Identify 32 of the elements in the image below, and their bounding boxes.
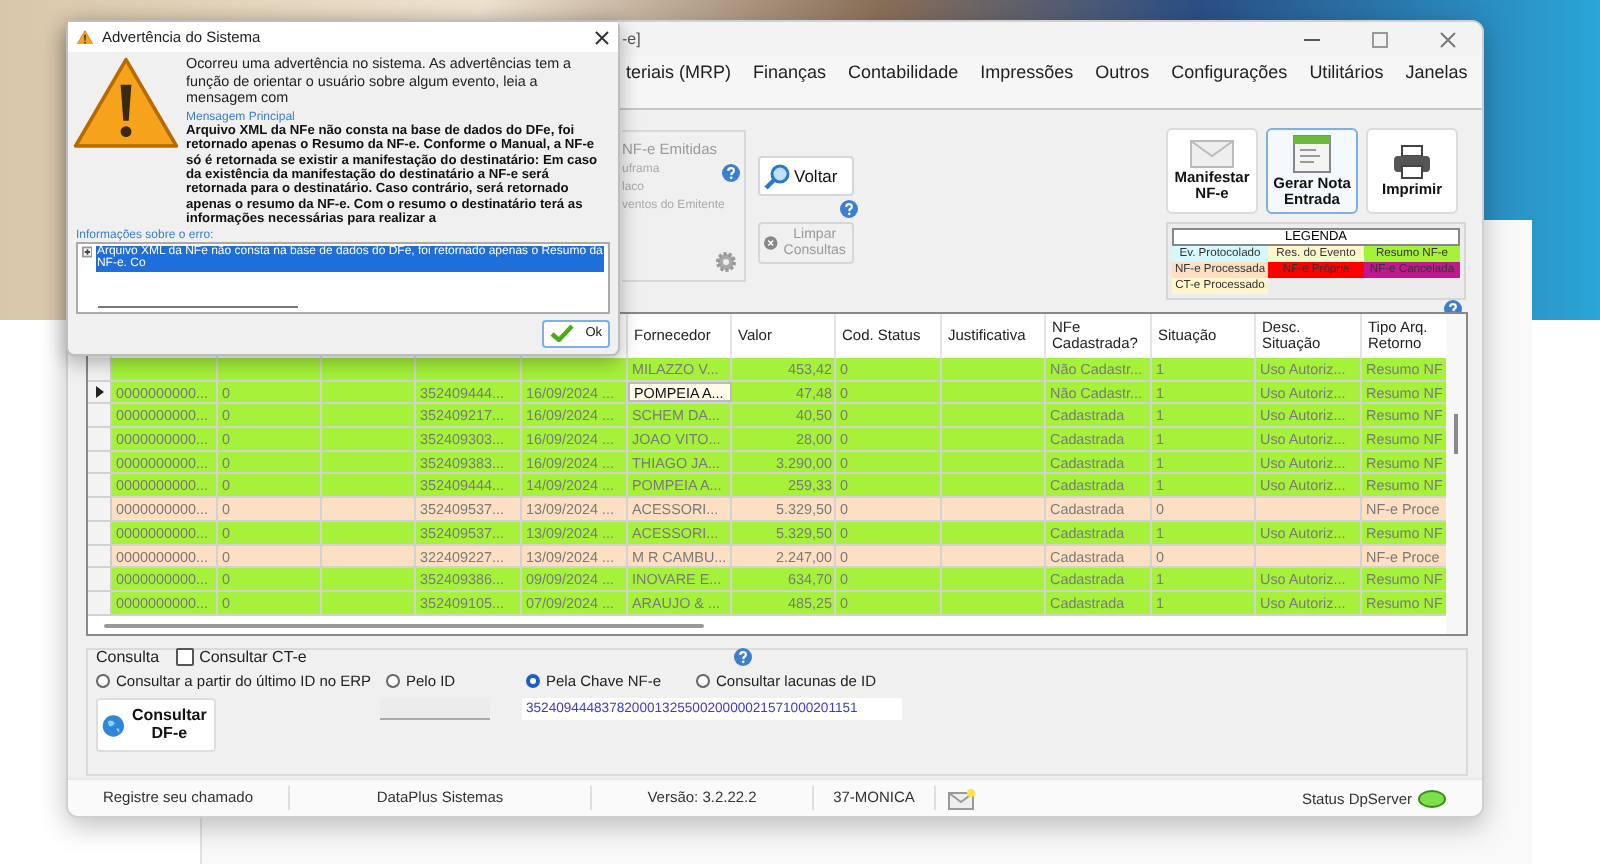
consultar-button[interactable]: Consultar DF-e (96, 698, 216, 752)
globe-icon (102, 709, 125, 741)
action-button[interactable]: Voltar (758, 156, 854, 196)
printer-icon (1392, 144, 1432, 181)
menu-item[interactable]: Janelas (1405, 62, 1468, 82)
menu-item[interactable]: Utilitários (1309, 62, 1384, 82)
warning-icon (76, 29, 94, 45)
clear-icon (764, 232, 778, 254)
menu-item[interactable]: Outros (1095, 62, 1150, 82)
row-header[interactable] (88, 381, 112, 403)
gear-icon[interactable] (716, 252, 736, 272)
menu-item[interactable]: Configurações (1171, 62, 1288, 82)
spreadsheet-icon (1292, 134, 1332, 175)
vertical-scrollbar[interactable] (1446, 314, 1466, 634)
help-icon[interactable] (722, 164, 740, 182)
menu-item[interactable]: Contabilidade (848, 62, 959, 82)
mail-icon[interactable] (948, 787, 976, 809)
help-icon[interactable] (840, 200, 858, 218)
menu-item[interactable]: Finanças (753, 62, 827, 82)
menu-item[interactable]: Impressões (980, 62, 1074, 82)
help-icon[interactable] (734, 648, 753, 666)
window-title: -e] (622, 30, 641, 48)
menu-item[interactable]: teriais (MRP) (626, 62, 732, 82)
envelope-icon (1190, 140, 1234, 169)
expand-icon[interactable] (82, 245, 93, 258)
ct-e-checkbox[interactable]: Consultar CT-e (175, 648, 307, 666)
close-icon[interactable] (594, 29, 610, 45)
group-title: Consulta (96, 648, 160, 666)
row-pointer-icon (95, 386, 103, 399)
check-icon (550, 324, 574, 343)
magnifier-icon (764, 163, 790, 189)
warning-icon (72, 56, 180, 150)
